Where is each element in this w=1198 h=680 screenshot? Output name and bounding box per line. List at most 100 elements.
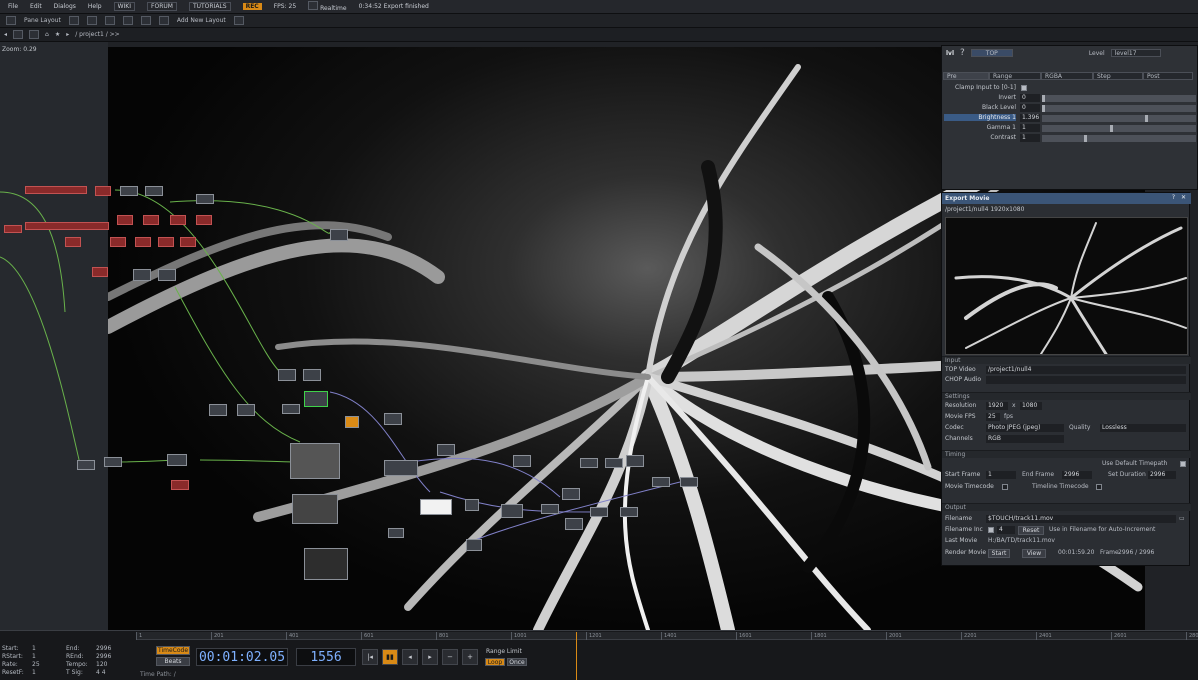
wiki-link[interactable]: WIKI bbox=[113, 2, 136, 11]
param-row[interactable]: Gamma 1 1 bbox=[942, 124, 1198, 133]
play-reverse-icon[interactable]: ◂ bbox=[402, 649, 418, 665]
quality-select[interactable]: Lossless bbox=[1100, 424, 1186, 432]
param-slider[interactable] bbox=[1042, 115, 1196, 122]
node-preview-1[interactable] bbox=[290, 443, 340, 479]
set-duration-field[interactable]: 2996 bbox=[1148, 471, 1176, 479]
rec-button[interactable]: REC bbox=[242, 3, 262, 10]
node-26[interactable] bbox=[562, 488, 580, 500]
back-icon[interactable]: ◂ bbox=[4, 31, 7, 38]
node-red-14[interactable] bbox=[92, 267, 108, 277]
help-icon[interactable]: ? bbox=[1172, 194, 1175, 201]
menu-edit[interactable]: Edit bbox=[30, 3, 42, 10]
tab-range[interactable]: Range bbox=[989, 72, 1041, 80]
param-value[interactable]: 0 bbox=[1020, 104, 1040, 112]
param-value[interactable]: 0 bbox=[1020, 94, 1040, 102]
node-8[interactable] bbox=[303, 369, 321, 381]
param-slider-knob[interactable] bbox=[1084, 135, 1088, 142]
node-red-9[interactable] bbox=[110, 237, 126, 247]
node-33[interactable] bbox=[388, 528, 404, 538]
network-path[interactable]: / project1 / >> bbox=[75, 31, 119, 38]
timecode-display[interactable]: 00:01:02.05 bbox=[196, 648, 288, 666]
node-preview-3[interactable] bbox=[304, 548, 348, 580]
node-1[interactable] bbox=[120, 186, 138, 196]
timecode-button[interactable]: TimeCode bbox=[156, 646, 190, 655]
timeline-info-value[interactable]: 25 bbox=[32, 661, 40, 668]
tab-pre[interactable]: Pre bbox=[943, 72, 989, 80]
add-layout-plus-icon[interactable] bbox=[233, 16, 244, 25]
channels-select[interactable]: RGB bbox=[986, 435, 1064, 443]
node-20[interactable] bbox=[501, 504, 523, 518]
tab-rgba[interactable]: RGBA bbox=[1041, 72, 1093, 80]
codec-select[interactable]: Photo JPEG (jpeg) bbox=[986, 424, 1064, 432]
node-red-6[interactable] bbox=[143, 215, 159, 225]
node-red-11[interactable] bbox=[158, 237, 174, 247]
node-5[interactable] bbox=[158, 269, 176, 281]
timeline-info-value[interactable]: 2996 bbox=[96, 645, 111, 652]
layout-split-4-button[interactable] bbox=[122, 16, 133, 25]
filename-inc-checkbox[interactable] bbox=[988, 527, 994, 533]
menu-file[interactable]: File bbox=[8, 3, 18, 10]
tab-post[interactable]: Post bbox=[1143, 72, 1193, 80]
folder-icon[interactable]: ▭ bbox=[1179, 515, 1185, 522]
top-video-field[interactable]: /project1/null4 bbox=[986, 366, 1186, 374]
node-red-15[interactable] bbox=[171, 480, 189, 490]
node-orange[interactable] bbox=[345, 416, 359, 428]
node-15[interactable] bbox=[167, 454, 187, 466]
step-back-icon[interactable]: − bbox=[442, 649, 458, 665]
rewind-icon[interactable]: |◂ bbox=[362, 649, 378, 665]
up-icon[interactable]: ▸ bbox=[66, 31, 69, 38]
node-red-8[interactable] bbox=[196, 215, 212, 225]
param-value[interactable]: 1.396 bbox=[1020, 114, 1040, 122]
node-24[interactable] bbox=[605, 458, 623, 468]
realtime-checkbox[interactable] bbox=[308, 1, 319, 10]
node-red-5[interactable] bbox=[117, 215, 133, 225]
node-6[interactable] bbox=[330, 229, 348, 241]
param-row[interactable]: Black Level 0 bbox=[942, 104, 1198, 113]
node-10[interactable] bbox=[237, 404, 255, 416]
node-16[interactable] bbox=[384, 460, 418, 476]
node-red-12[interactable] bbox=[180, 237, 196, 247]
node-11[interactable] bbox=[282, 404, 300, 414]
timeline-info-value[interactable]: 120 bbox=[96, 661, 107, 668]
node-red-10[interactable] bbox=[135, 237, 151, 247]
node-23[interactable] bbox=[580, 458, 598, 468]
start-frame-field[interactable]: 1 bbox=[986, 471, 1016, 479]
movie-timecode-checkbox[interactable] bbox=[1002, 484, 1008, 490]
param-slider[interactable] bbox=[1042, 125, 1196, 132]
once-button[interactable]: Once bbox=[507, 658, 527, 666]
node-red-13[interactable] bbox=[65, 237, 81, 247]
home-icon[interactable]: ⌂ bbox=[45, 31, 49, 38]
node-25[interactable] bbox=[626, 455, 644, 467]
filename-field[interactable]: $TOUCH/track11.mov bbox=[986, 515, 1176, 523]
param-slider-knob[interactable] bbox=[1109, 125, 1113, 132]
step-forward-icon[interactable]: + bbox=[462, 649, 478, 665]
add-layout-label[interactable]: Add New Layout bbox=[177, 17, 226, 24]
node-12[interactable] bbox=[384, 413, 402, 425]
param-row[interactable]: Invert 0 bbox=[942, 94, 1198, 103]
resolution-height[interactable]: 1080 bbox=[1020, 402, 1042, 410]
node-red-1[interactable] bbox=[25, 186, 87, 194]
node-preview-2[interactable] bbox=[292, 494, 338, 524]
filename-inc-field[interactable]: 4 bbox=[997, 526, 1015, 534]
node-4[interactable] bbox=[133, 269, 151, 281]
param-slider-knob[interactable] bbox=[1144, 115, 1148, 122]
layout-split-3-button[interactable] bbox=[104, 16, 115, 25]
loop-button[interactable]: Loop bbox=[485, 658, 505, 666]
timeline-timecode-checkbox[interactable] bbox=[1096, 484, 1102, 490]
node-red-3[interactable] bbox=[4, 225, 22, 233]
node-18[interactable] bbox=[420, 499, 452, 515]
node-selected[interactable] bbox=[304, 391, 328, 407]
chop-audio-field[interactable] bbox=[986, 376, 1186, 384]
node-9[interactable] bbox=[209, 404, 227, 416]
layout-split-1-button[interactable] bbox=[68, 16, 79, 25]
tab-step[interactable]: Step bbox=[1093, 72, 1143, 80]
node-22[interactable] bbox=[513, 455, 531, 467]
node-red-4[interactable] bbox=[25, 222, 109, 230]
param-row[interactable]: Contrast 1 bbox=[942, 134, 1198, 143]
node-17[interactable] bbox=[437, 444, 455, 456]
layout-split-5-button[interactable] bbox=[140, 16, 151, 25]
node-27[interactable] bbox=[590, 507, 608, 517]
help-icon[interactable]: ? bbox=[960, 48, 965, 58]
node-2[interactable] bbox=[145, 186, 163, 196]
param-slider[interactable] bbox=[1042, 105, 1196, 112]
